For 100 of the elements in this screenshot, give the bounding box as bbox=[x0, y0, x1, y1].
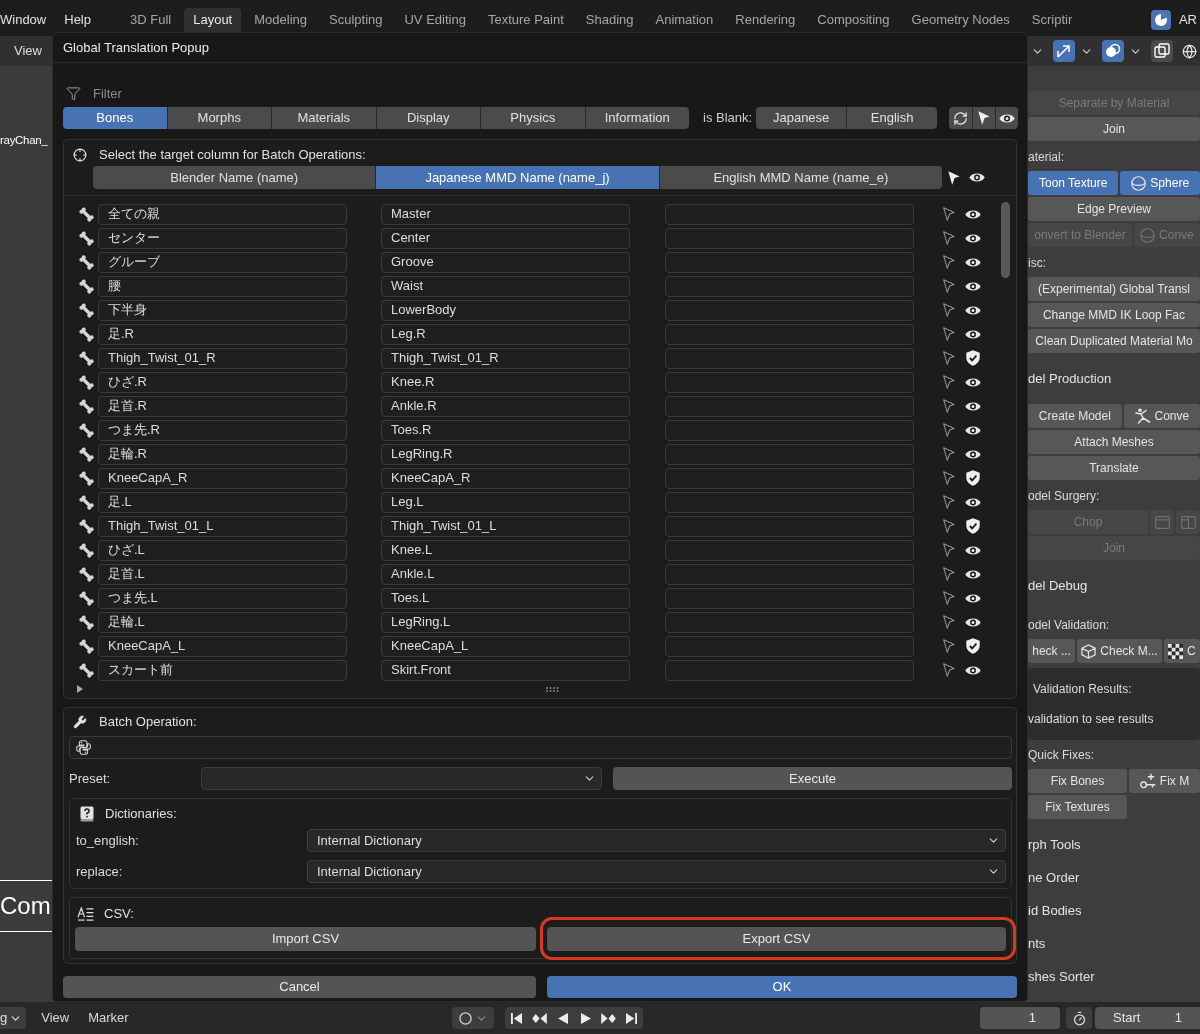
japanese-name-field[interactable]: Ankle.L bbox=[381, 563, 630, 585]
panel-header[interactable]: nts bbox=[1028, 933, 1046, 954]
japanese-name-field[interactable]: Master bbox=[381, 203, 630, 225]
cursor-outline-icon[interactable] bbox=[943, 207, 955, 221]
workspace-tab[interactable]: Geometry Nodes bbox=[902, 8, 1019, 32]
sidebar-button[interactable]: Sphere bbox=[1120, 171, 1200, 195]
panel-header[interactable]: rph Tools bbox=[1028, 834, 1081, 855]
japanese-name-field[interactable]: Knee.L bbox=[381, 539, 630, 561]
blender-name-field[interactable]: センター bbox=[98, 227, 347, 249]
eye-icon[interactable] bbox=[965, 208, 981, 220]
english-name-field[interactable] bbox=[665, 419, 914, 441]
blender-name-field[interactable]: 足首.R bbox=[98, 395, 347, 417]
english-name-field[interactable] bbox=[665, 275, 914, 297]
english-name-field[interactable] bbox=[665, 227, 914, 249]
workspace-tab[interactable]: Scriptir bbox=[1022, 8, 1082, 32]
workspace-tab[interactable]: Sculpting bbox=[320, 8, 392, 32]
cursor-outline-icon[interactable] bbox=[943, 567, 955, 581]
menu-item[interactable]: Help bbox=[64, 10, 91, 30]
expand-triangle-icon[interactable] bbox=[77, 685, 83, 693]
sidebar-button[interactable]: Create Model bbox=[1028, 404, 1122, 428]
japanese-name-field[interactable]: Knee.R bbox=[381, 371, 630, 393]
blank-filter-toggle[interactable]: Japanese bbox=[756, 107, 847, 129]
cursor-outline-icon[interactable] bbox=[943, 303, 955, 317]
workspace-tab[interactable]: UV Editing bbox=[395, 8, 475, 32]
japanese-name-field[interactable]: Thigh_Twist_01_L bbox=[381, 515, 630, 537]
column-selector-tab[interactable]: English MMD Name (name_e) bbox=[658, 166, 942, 189]
dialog-button[interactable]: OK bbox=[547, 976, 1017, 998]
eye-icon[interactable] bbox=[965, 664, 981, 676]
menu-item[interactable]: View bbox=[41, 1008, 70, 1028]
blender-name-field[interactable]: Thigh_Twist_01_L bbox=[98, 515, 347, 537]
eye-icon[interactable] bbox=[965, 280, 981, 292]
cursor-icon[interactable] bbox=[948, 170, 960, 185]
japanese-name-field[interactable]: LowerBody bbox=[381, 299, 630, 321]
dialog-button[interactable]: Cancel bbox=[63, 976, 536, 998]
japanese-name-field[interactable]: Leg.R bbox=[381, 323, 630, 345]
resize-grip-icon[interactable] bbox=[546, 686, 560, 692]
eye-icon[interactable] bbox=[965, 568, 981, 580]
sidebar-button[interactable]: Fix Textures bbox=[1028, 795, 1127, 819]
column-selector-tab[interactable]: Blender Name (name) bbox=[93, 166, 376, 189]
japanese-name-field[interactable]: LegRing.R bbox=[381, 443, 630, 465]
scene-name[interactable]: AR bbox=[1178, 10, 1197, 30]
cursor-outline-icon[interactable] bbox=[943, 399, 955, 413]
japanese-name-field[interactable]: Center bbox=[381, 227, 630, 249]
sidebar-button[interactable]: Check M... bbox=[1077, 639, 1162, 663]
eye-icon[interactable] bbox=[965, 256, 981, 268]
eye-icon[interactable] bbox=[965, 376, 981, 388]
blender-name-field[interactable]: KneeCapA_L bbox=[98, 635, 347, 657]
english-name-field[interactable] bbox=[665, 491, 914, 513]
blender-name-field[interactable]: 足.L bbox=[98, 491, 347, 513]
eye-icon[interactable] bbox=[965, 544, 981, 556]
blender-name-field[interactable]: グルーブ bbox=[98, 251, 347, 273]
sidebar-button[interactable]: Attach Meshes bbox=[1028, 430, 1200, 454]
blender-name-field[interactable]: Thigh_Twist_01_R bbox=[98, 347, 347, 369]
cursor-outline-icon[interactable] bbox=[943, 351, 955, 365]
jump-end-button[interactable] bbox=[620, 1007, 643, 1029]
japanese-name-field[interactable]: KneeCapA_L bbox=[381, 635, 630, 657]
overlapping-squares-icon[interactable] bbox=[1151, 40, 1173, 62]
english-name-field[interactable] bbox=[665, 563, 914, 585]
panel-header[interactable]: del Debug bbox=[1028, 575, 1088, 596]
english-name-field[interactable] bbox=[665, 203, 914, 225]
workspace-tab[interactable]: Modeling bbox=[245, 8, 316, 32]
keying-button[interactable] bbox=[452, 1007, 494, 1029]
english-name-field[interactable] bbox=[665, 611, 914, 633]
japanese-name-field[interactable]: KneeCapA_R bbox=[381, 467, 630, 489]
sidebar-button[interactable]: Conve bbox=[1123, 404, 1200, 428]
cursor-outline-icon[interactable] bbox=[943, 639, 955, 653]
english-name-field[interactable] bbox=[665, 371, 914, 393]
category-tab[interactable]: Physics bbox=[480, 107, 585, 129]
workspace-tab[interactable]: Layout bbox=[184, 8, 242, 32]
cursor-outline-icon[interactable] bbox=[943, 279, 955, 293]
blender-name-field[interactable]: 腰 bbox=[98, 275, 347, 297]
blender-name-field[interactable]: 全ての親 bbox=[98, 203, 347, 225]
visibility-button[interactable] bbox=[995, 107, 1019, 129]
category-tab[interactable]: Materials bbox=[271, 107, 376, 129]
sidebar-button[interactable]: Translate bbox=[1028, 456, 1200, 480]
eye-icon[interactable] bbox=[965, 400, 981, 412]
sidebar-button[interactable]: Join bbox=[1028, 117, 1200, 141]
blender-name-field[interactable]: 下半身 bbox=[98, 299, 347, 321]
workspace-tab[interactable]: 3D Full bbox=[121, 8, 181, 32]
menu-item[interactable]: Marker bbox=[88, 1008, 129, 1028]
sidebar-button[interactable]: heck ... bbox=[1028, 639, 1076, 663]
menu-item[interactable]: Window bbox=[0, 10, 47, 30]
english-name-field[interactable] bbox=[665, 635, 914, 657]
current-frame-field[interactable]: 1 bbox=[980, 1007, 1060, 1029]
workspace-tab[interactable]: Texture Paint bbox=[478, 8, 573, 32]
workspace-tab[interactable]: Rendering bbox=[726, 8, 805, 32]
category-tab[interactable]: Bones bbox=[63, 107, 167, 129]
category-tab[interactable]: Display bbox=[375, 107, 480, 129]
cursor-outline-icon[interactable] bbox=[943, 231, 955, 245]
csv-button[interactable]: Import CSV bbox=[75, 927, 536, 951]
mode-dropdown[interactable]: g bbox=[0, 1007, 27, 1029]
eye-icon[interactable] bbox=[999, 112, 1016, 124]
overlay-circles-icon[interactable] bbox=[1102, 40, 1124, 62]
cursor-outline-icon[interactable] bbox=[943, 519, 955, 533]
blender-name-field[interactable]: ひざ.R bbox=[98, 371, 347, 393]
english-name-field[interactable] bbox=[665, 659, 914, 681]
blender-name-field[interactable]: 足輪.R bbox=[98, 443, 347, 465]
panel-header[interactable]: shes Sorter bbox=[1028, 966, 1095, 987]
sidebar-button[interactable]: Fix Bones bbox=[1028, 769, 1127, 793]
dictionary-dropdown[interactable]: Internal Dictionary bbox=[307, 829, 1006, 852]
